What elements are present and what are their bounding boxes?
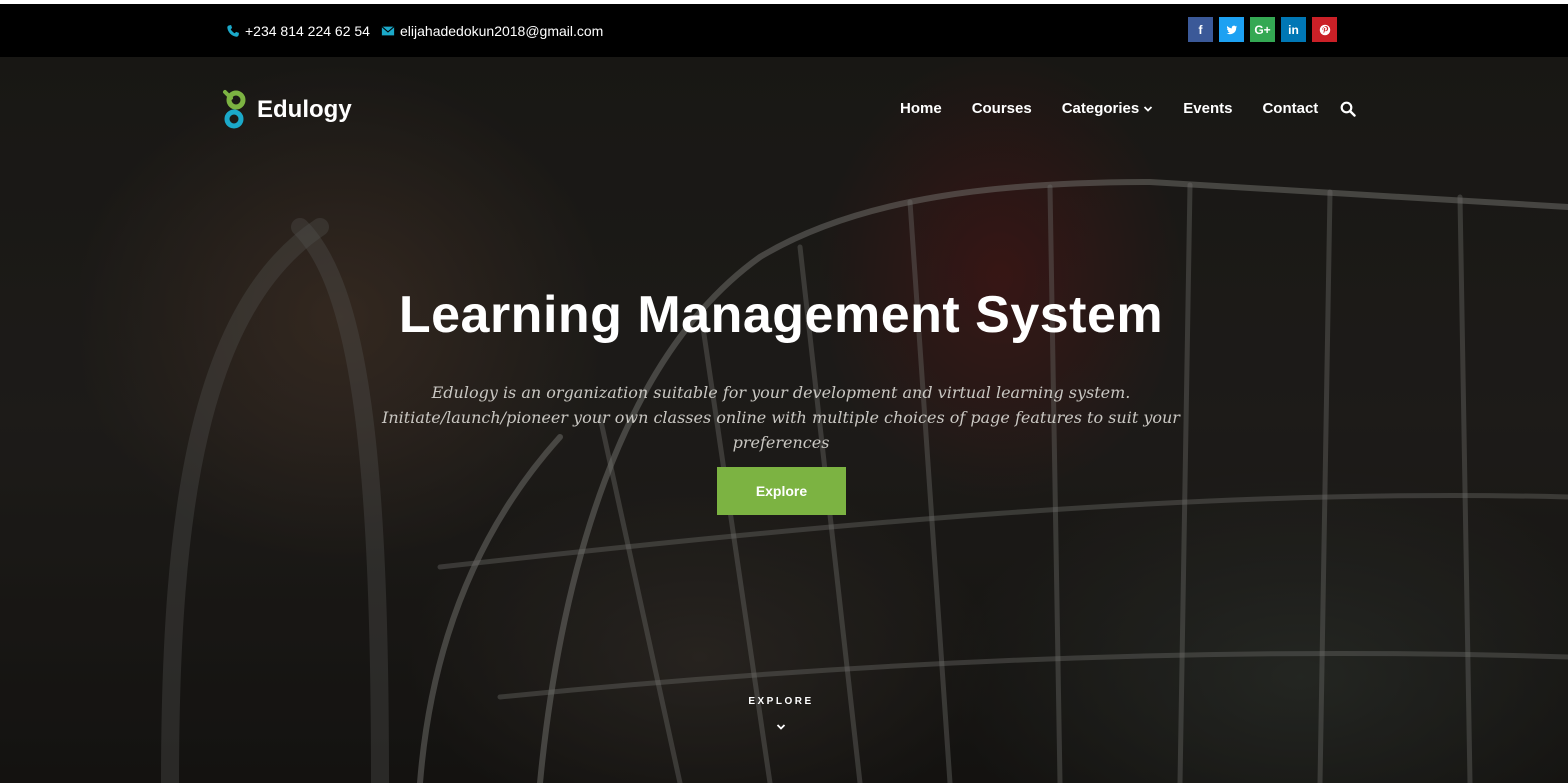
envelope-icon xyxy=(381,24,395,38)
google-plus-icon[interactable]: G+ xyxy=(1250,17,1275,42)
pinterest-icon[interactable] xyxy=(1312,17,1337,42)
scroll-down-chevron-icon[interactable] xyxy=(775,721,787,733)
search-icon[interactable] xyxy=(1340,101,1356,117)
email-address: elijahadedokun2018@gmail.com xyxy=(400,22,604,39)
nav-contact[interactable]: Contact xyxy=(1262,100,1318,117)
phone-icon xyxy=(226,24,240,38)
nav-categories[interactable]: Categories xyxy=(1062,100,1154,117)
logo-icon xyxy=(223,90,246,129)
twitter-icon[interactable] xyxy=(1219,17,1244,42)
top-bar: +234 814 224 62 54 elijahadedokun2018@gm… xyxy=(0,4,1568,57)
linkedin-icon[interactable]: in xyxy=(1281,17,1306,42)
nav-courses[interactable]: Courses xyxy=(972,100,1032,117)
main-nav: Home Courses Categories Events Contact xyxy=(900,100,1356,117)
brand-name: Edulogy xyxy=(257,96,352,123)
email-contact[interactable]: elijahadedokun2018@gmail.com xyxy=(381,4,603,57)
brand-logo[interactable]: Edulogy xyxy=(221,88,352,132)
phone-contact[interactable]: +234 814 224 62 54 xyxy=(226,4,370,57)
hero-title: Learning Management System xyxy=(398,286,1164,344)
scroll-explore-label[interactable]: EXPLORE xyxy=(0,696,1562,707)
facebook-icon[interactable]: f xyxy=(1188,17,1213,42)
chevron-down-icon xyxy=(1144,105,1153,112)
nav-home[interactable]: Home xyxy=(900,100,942,117)
hero-section: Edulogy Home Courses Categories Events C… xyxy=(0,57,1568,783)
explore-button[interactable]: Explore xyxy=(717,467,846,515)
nav-categories-label: Categories xyxy=(1061,100,1140,117)
hero-description: Edulogy is an organization suitable for … xyxy=(382,383,1180,452)
phone-number: +234 814 224 62 54 xyxy=(245,22,370,39)
nav-events[interactable]: Events xyxy=(1183,100,1232,117)
social-links: f G+ in xyxy=(1188,17,1337,42)
